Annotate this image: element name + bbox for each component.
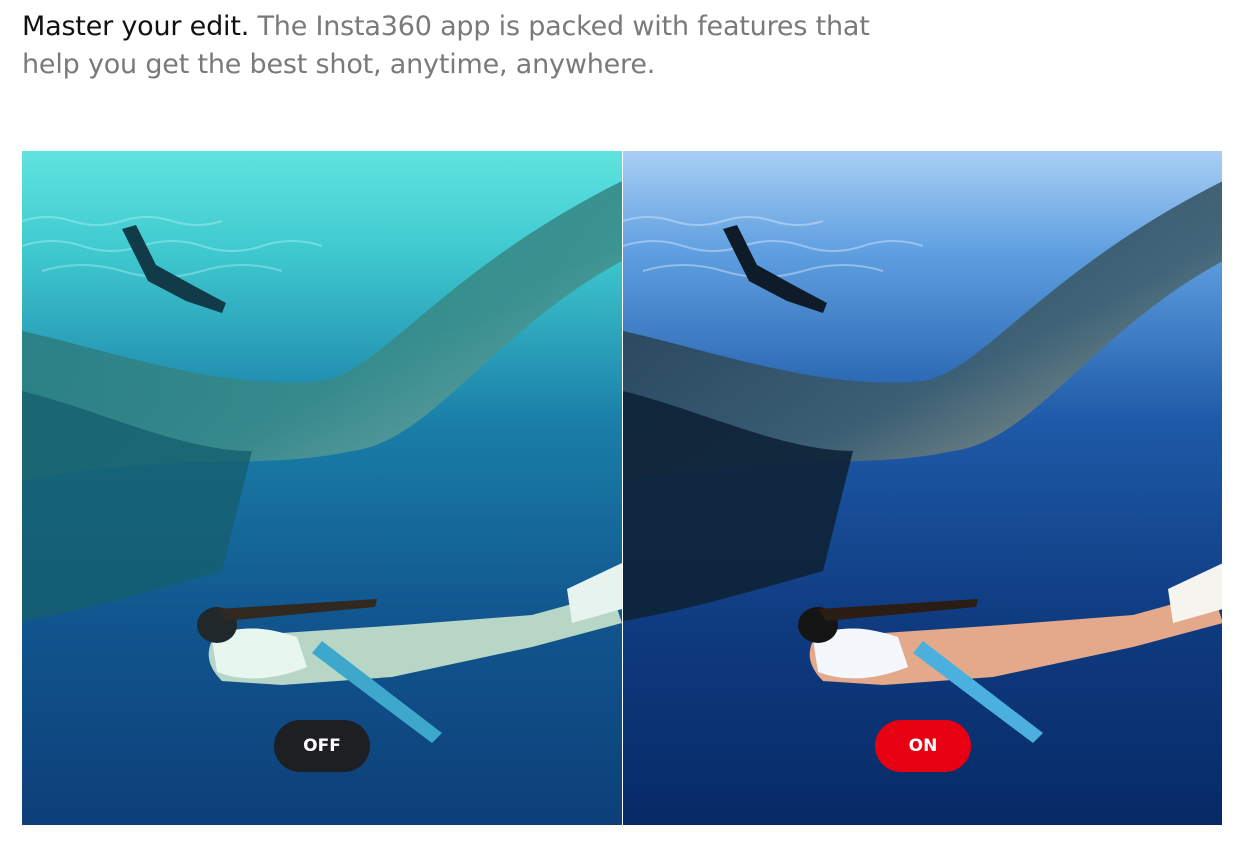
after-panel: ON xyxy=(622,151,1222,825)
toggle-on-button[interactable]: ON xyxy=(875,720,971,772)
before-panel: OFF xyxy=(22,151,622,825)
before-after-comparison: OFF ON xyxy=(22,151,1222,825)
page-headline: Master your edit. The Insta360 app is pa… xyxy=(22,8,882,84)
headline-lead: Master your edit. xyxy=(22,11,250,42)
toggle-off-button[interactable]: OFF xyxy=(274,720,370,772)
